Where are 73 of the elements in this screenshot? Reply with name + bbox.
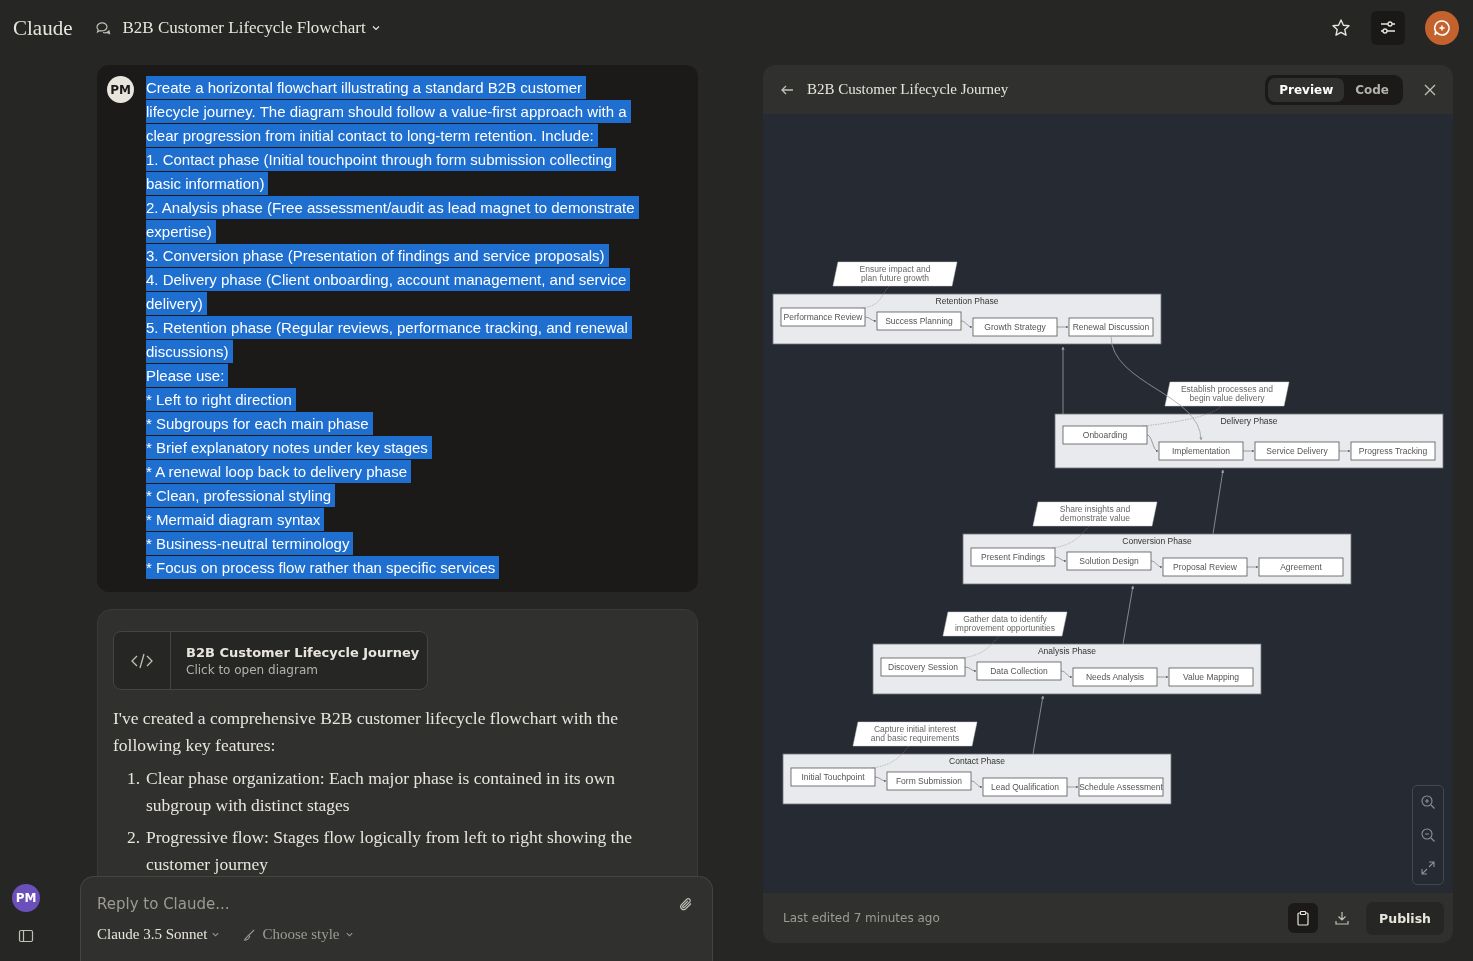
flow-node: Service Delivery bbox=[1254, 441, 1340, 461]
artifact-title: B2B Customer Lifecycle Journey bbox=[807, 81, 1009, 98]
clipboard-icon bbox=[1296, 910, 1311, 926]
phase-title: Conversion Phase bbox=[1122, 536, 1192, 546]
artifact-subtitle: Click to open diagram bbox=[186, 662, 319, 677]
list-number: 2. bbox=[125, 826, 140, 849]
style-selector[interactable]: Choose style bbox=[242, 926, 354, 943]
note-link bbox=[960, 635, 1000, 659]
flow-node: Present Findings bbox=[970, 547, 1056, 567]
view-tab[interactable]: Code bbox=[1344, 77, 1400, 102]
list-item-text: Clear phase organization: Each major phase is contained in its own subgroup with distinct stages bbox=[146, 767, 617, 817]
reply-field[interactable]: Reply to Claude... Claude 3.5 Sonnet Choose style bbox=[80, 876, 713, 961]
settings-button[interactable] bbox=[1371, 11, 1405, 45]
reply-input[interactable]: Reply to Claude... bbox=[97, 891, 678, 917]
paperclip-icon[interactable] bbox=[678, 896, 694, 912]
flow-node: Schedule Assessment bbox=[1078, 777, 1164, 797]
chevron-down-icon bbox=[211, 930, 221, 939]
zoom-out-icon[interactable] bbox=[1420, 827, 1436, 843]
new-chat-button[interactable] bbox=[1425, 11, 1459, 45]
close-icon[interactable] bbox=[1423, 82, 1437, 97]
phase-title: Retention Phase bbox=[935, 296, 999, 306]
flow-node: Value Mapping bbox=[1168, 667, 1254, 687]
publish-button[interactable]: Publish bbox=[1366, 901, 1444, 935]
note-shape: Establish processes and begin value delivery bbox=[1164, 381, 1290, 407]
flow-node: Performance Review bbox=[780, 307, 866, 327]
last-edited-text: Last edited 7 minutes ago bbox=[783, 911, 940, 925]
note-link bbox=[870, 745, 910, 769]
flow-node: Progress Tracking bbox=[1350, 441, 1436, 461]
chat-title-button[interactable]: B2B Customer Lifecycle Flowchart bbox=[120, 16, 383, 40]
flow-node: Solution Design bbox=[1066, 551, 1152, 571]
model-selector[interactable]: Claude 3.5 Sonnet bbox=[97, 926, 221, 943]
note-shape: Ensure impact and plan future growth bbox=[832, 261, 958, 287]
zoom-in-icon[interactable] bbox=[1420, 794, 1436, 810]
flow-node: Initial Touchpoint bbox=[790, 767, 876, 787]
phase-title: Analysis Phase bbox=[1037, 646, 1097, 656]
sliders-icon bbox=[1379, 19, 1397, 37]
flow-node: Implementation bbox=[1158, 441, 1244, 461]
view-tab[interactable]: Preview bbox=[1268, 77, 1345, 102]
note-link bbox=[1050, 525, 1090, 549]
note-shape: Gather data to identify improvement opportunities bbox=[942, 611, 1068, 637]
flow-node: Growth Strategy bbox=[972, 317, 1058, 337]
chevron-down-icon bbox=[370, 23, 381, 33]
flow-node: Data Collection bbox=[976, 661, 1062, 681]
download-icon[interactable] bbox=[1334, 910, 1351, 926]
response-text: I've created a comprehensive B2B customer lifecycle flowchart with the following key features: bbox=[113, 707, 620, 757]
list-item-text: Progressive flow: Stages flow logically from left to right showing the customer journey bbox=[146, 826, 634, 876]
flow-node: Agreement bbox=[1258, 557, 1344, 577]
phase-title: Delivery Phase bbox=[1220, 416, 1278, 426]
chat-icon bbox=[94, 19, 113, 37]
flow-node: Onboarding bbox=[1062, 425, 1148, 445]
note-link bbox=[860, 285, 890, 309]
flow-node: Renewal Discussion bbox=[1068, 317, 1154, 337]
phase-title: Contact Phase bbox=[949, 756, 1005, 766]
flow-node: Discovery Session bbox=[880, 657, 966, 677]
artifact-title: B2B Customer Lifecycle Journey bbox=[186, 644, 420, 660]
claude-logo[interactable]: Claude bbox=[13, 15, 73, 41]
chevron-down-icon bbox=[344, 930, 354, 939]
note-shape: Share insights and demonstrate value bbox=[1032, 501, 1158, 527]
flow-node: Form Submission bbox=[886, 771, 972, 791]
star-icon[interactable] bbox=[1331, 18, 1351, 38]
chat-plus-icon bbox=[1432, 18, 1452, 38]
expand-icon[interactable] bbox=[1420, 860, 1436, 876]
copy-button[interactable] bbox=[1288, 903, 1319, 933]
flow-node: Proposal Review bbox=[1162, 557, 1248, 577]
sidebar-toggle-icon[interactable] bbox=[18, 928, 34, 944]
artifact-card[interactable]: B2B Customer Lifecycle Journey Click to open diagram bbox=[113, 631, 428, 690]
list-number: 1. bbox=[125, 767, 140, 790]
user-avatar: PM bbox=[107, 76, 134, 103]
flow-node: Success Planning bbox=[876, 311, 962, 331]
flow-node: Needs Analysis bbox=[1072, 667, 1158, 687]
flow-node: Lead Qualification bbox=[982, 777, 1068, 797]
note-shape: Capture initial interest and basic requirements bbox=[852, 721, 978, 747]
user-avatar[interactable]: PM bbox=[12, 884, 40, 912]
